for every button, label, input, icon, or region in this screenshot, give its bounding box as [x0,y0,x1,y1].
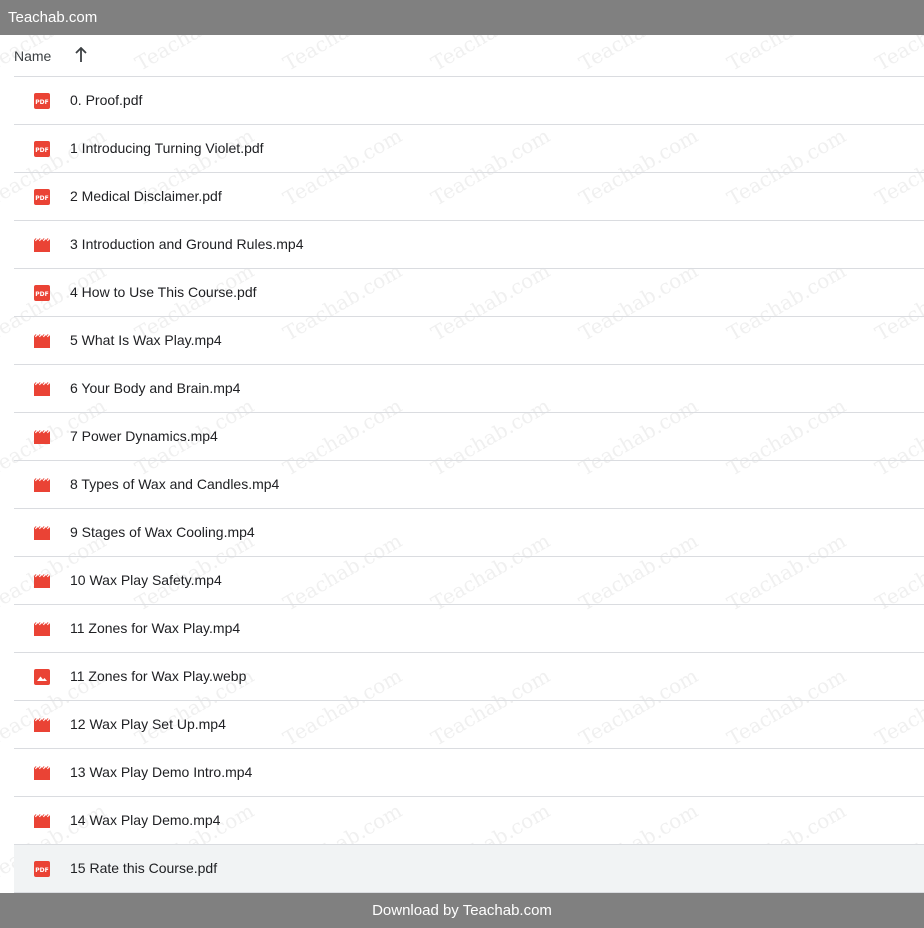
file-name[interactable]: 7 Power Dynamics.mp4 [70,413,218,460]
file-row[interactable]: PDF 4 How to Use This Course.pdf [14,269,924,317]
video-icon [34,477,50,493]
video-icon [34,525,50,541]
arrow-up-icon[interactable] [74,47,88,63]
file-name[interactable]: 8 Types of Wax and Candles.mp4 [70,461,279,508]
video-icon [34,813,50,829]
file-row[interactable]: PDF 1 Introducing Turning Violet.pdf [14,125,924,173]
video-icon [34,621,50,637]
video-icon [34,573,50,589]
video-icon [34,765,50,781]
file-row[interactable]: 8 Types of Wax and Candles.mp4 [14,461,924,509]
pdf-icon: PDF [34,93,50,109]
file-name[interactable]: 1 Introducing Turning Violet.pdf [70,125,264,172]
file-row[interactable]: 14 Wax Play Demo.mp4 [14,797,924,845]
file-row[interactable]: 13 Wax Play Demo Intro.mp4 [14,749,924,797]
file-name[interactable]: 3 Introduction and Ground Rules.mp4 [70,221,303,268]
file-name[interactable]: 10 Wax Play Safety.mp4 [70,557,222,604]
file-row[interactable]: 7 Power Dynamics.mp4 [14,413,924,461]
svg-text:PDF: PDF [35,867,48,874]
file-row[interactable]: PDF 2 Medical Disclaimer.pdf [14,173,924,221]
file-name[interactable]: 12 Wax Play Set Up.mp4 [70,701,226,748]
video-icon [34,237,50,253]
file-row[interactable]: 6 Your Body and Brain.mp4 [14,365,924,413]
footer-text: Download by Teachab.com [372,902,552,919]
file-row[interactable]: 10 Wax Play Safety.mp4 [14,557,924,605]
pdf-icon: PDF [34,189,50,205]
top-bar: Teachab.com [0,0,924,35]
file-row[interactable]: 3 Introduction and Ground Rules.mp4 [14,221,924,269]
file-name[interactable]: 13 Wax Play Demo Intro.mp4 [70,749,252,796]
file-name[interactable]: 11 Zones for Wax Play.webp [70,653,246,700]
file-name[interactable]: 15 Rate this Course.pdf [70,845,217,892]
file-name[interactable]: 6 Your Body and Brain.mp4 [70,365,240,412]
pdf-icon: PDF [34,285,50,301]
pdf-icon: PDF [34,141,50,157]
file-name[interactable]: 11 Zones for Wax Play.mp4 [70,605,240,652]
file-name[interactable]: 0. Proof.pdf [70,77,142,124]
video-icon [34,717,50,733]
image-icon [34,669,50,685]
video-icon [34,381,50,397]
svg-text:PDF: PDF [35,195,48,202]
file-row[interactable]: 5 What Is Wax Play.mp4 [14,317,924,365]
file-name[interactable]: 4 How to Use This Course.pdf [70,269,257,316]
list-header: Name [14,35,924,77]
svg-text:PDF: PDF [35,147,48,154]
file-row[interactable]: PDF 15 Rate this Course.pdf [14,845,924,893]
file-name[interactable]: 2 Medical Disclaimer.pdf [70,173,222,220]
file-row[interactable]: 11 Zones for Wax Play.webp [14,653,924,701]
file-list: Name PDF 0. Proof.pdf PDF 1 Introducing Tur… [0,35,924,893]
file-row[interactable]: PDF 0. Proof.pdf [14,77,924,125]
file-row[interactable]: 9 Stages of Wax Cooling.mp4 [14,509,924,557]
file-name[interactable]: 5 What Is Wax Play.mp4 [70,317,222,364]
file-row[interactable]: 11 Zones for Wax Play.mp4 [14,605,924,653]
file-row[interactable]: 12 Wax Play Set Up.mp4 [14,701,924,749]
footer-bar: Download by Teachab.com [0,893,924,928]
svg-text:PDF: PDF [35,291,48,298]
video-icon [34,429,50,445]
name-column-header[interactable]: Name [14,48,51,64]
pdf-icon: PDF [34,861,50,877]
site-title: Teachab.com [8,9,98,26]
svg-text:PDF: PDF [35,99,48,106]
file-name[interactable]: 14 Wax Play Demo.mp4 [70,797,220,844]
video-icon [34,333,50,349]
file-name[interactable]: 9 Stages of Wax Cooling.mp4 [70,509,255,556]
